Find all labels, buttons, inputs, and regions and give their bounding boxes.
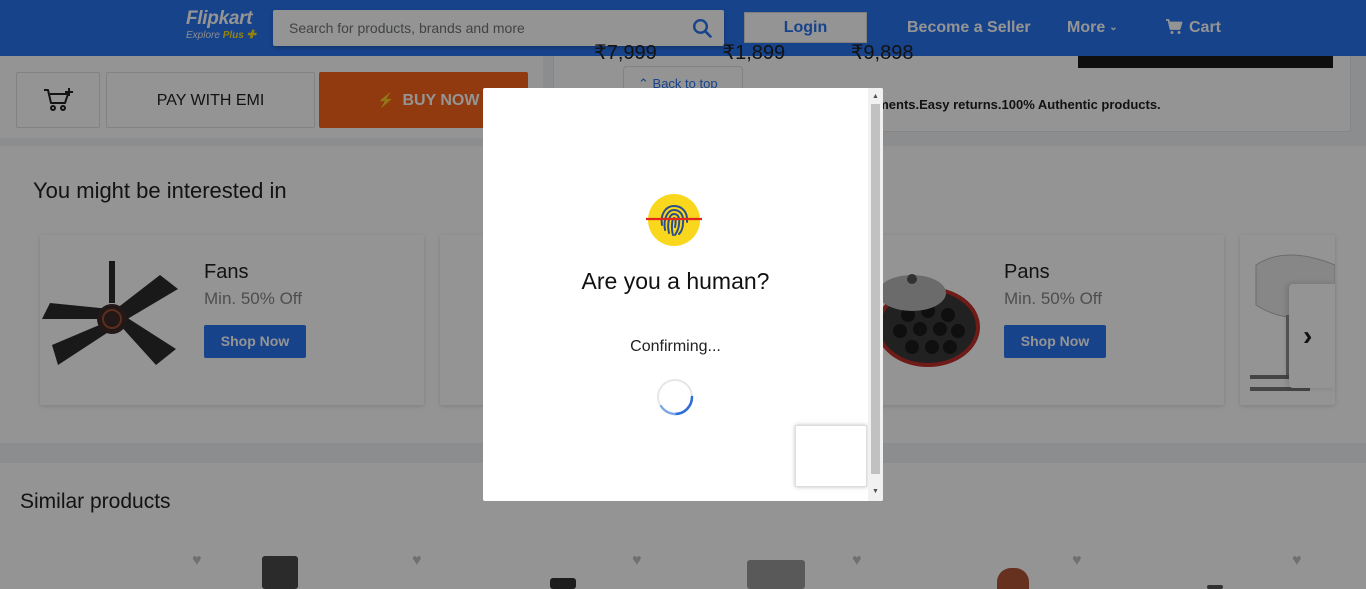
loading-spinner-icon <box>657 379 694 416</box>
fingerprint-icon <box>646 194 702 246</box>
confirming-status: Confirming... <box>630 338 721 355</box>
human-verification-dialog: Are you a human? Confirming... ▲ ▼ <box>483 88 883 501</box>
scroll-down-arrow-icon[interactable]: ▼ <box>868 485 883 499</box>
dialog-title: Are you a human? <box>581 268 770 294</box>
dialog-scrollbar[interactable]: ▲ ▼ <box>868 88 883 501</box>
scrollbar-thumb[interactable] <box>871 104 880 474</box>
recaptcha-badge[interactable] <box>795 425 867 487</box>
scroll-up-arrow-icon[interactable]: ▲ <box>868 90 883 104</box>
